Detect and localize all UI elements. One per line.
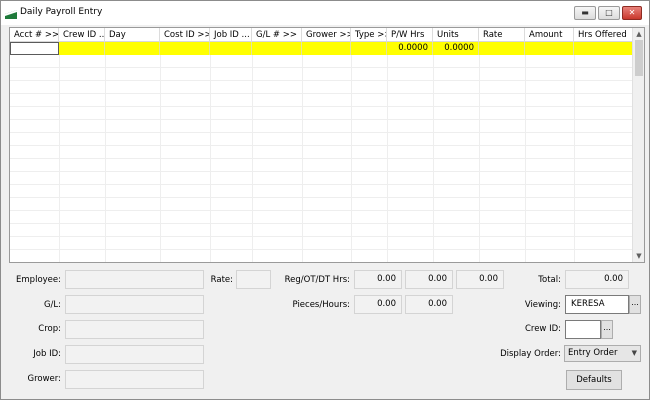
maximize-button[interactable]: □	[598, 6, 620, 20]
column-header-pw-hrs[interactable]: P/W Hrs	[387, 28, 433, 42]
table-row[interactable]: 0.0000 0.0000	[10, 42, 634, 55]
grower-field	[65, 370, 204, 389]
payroll-window: Daily Payroll Entry ▬ □ ✕ Acct # >> Crew…	[0, 0, 650, 400]
close-button[interactable]: ✕	[622, 6, 642, 20]
scroll-up-icon[interactable]: ▲	[633, 28, 644, 40]
employee-field	[65, 270, 204, 289]
display-order-label: Display Order:	[500, 349, 561, 359]
total-field: 0.00	[565, 270, 629, 289]
cell-grower[interactable]	[302, 42, 351, 55]
cell-cost-id[interactable]	[160, 42, 210, 55]
chevron-down-icon: ▼	[631, 349, 637, 357]
gl-field	[65, 295, 204, 314]
cell-job-id[interactable]	[210, 42, 252, 55]
ot-hrs-field: 0.00	[405, 270, 453, 289]
window-controls: ▬ □ ✕	[574, 6, 642, 20]
app-icon	[5, 7, 17, 19]
hours-field: 0.00	[405, 295, 453, 314]
display-order-select[interactable]: Entry Order ▼	[564, 345, 641, 362]
viewing-label: Viewing:	[524, 300, 561, 310]
column-header-rate[interactable]: Rate	[479, 28, 525, 42]
column-header-units[interactable]: Units	[433, 28, 479, 42]
rate-label: Rate:	[210, 275, 233, 285]
dt-hrs-field: 0.00	[456, 270, 504, 289]
minimize-icon: ▬	[581, 8, 589, 17]
cell-day[interactable]	[105, 42, 160, 55]
employee-label: Employee:	[16, 275, 61, 285]
column-header-acct[interactable]: Acct # >>	[10, 28, 59, 42]
reg-ot-dt-label: Reg/OT/DT Hrs:	[284, 275, 350, 285]
column-header-job-id[interactable]: Job ID ...	[210, 28, 252, 42]
maximize-icon: □	[605, 8, 613, 17]
grid-body	[10, 55, 634, 262]
grower-label: Grower:	[27, 374, 62, 384]
rate-field	[236, 270, 271, 289]
job-id-field	[65, 345, 204, 364]
crop-label: Crop:	[38, 324, 61, 334]
defaults-button[interactable]: Defaults	[566, 370, 622, 390]
crew-id-lookup-button[interactable]: ...	[601, 320, 613, 339]
scroll-thumb[interactable]	[635, 40, 643, 76]
cell-crew-id[interactable]	[59, 42, 105, 55]
total-label: Total:	[538, 275, 561, 285]
column-header-hrs-offered[interactable]: Hrs Offered	[574, 28, 634, 42]
reg-hrs-field: 0.00	[354, 270, 402, 289]
cell-amount[interactable]	[525, 42, 574, 55]
cell-rate[interactable]	[479, 42, 525, 55]
viewing-lookup-button[interactable]: ...	[629, 295, 641, 314]
window-title: Daily Payroll Entry	[20, 7, 103, 17]
column-header-amount[interactable]: Amount	[525, 28, 574, 42]
pieces-hours-label: Pieces/Hours:	[292, 300, 351, 310]
viewing-input[interactable]: KERESA	[565, 295, 629, 314]
grid-header: Acct # >> Crew ID ... Day Cost ID >> Job…	[10, 28, 634, 42]
minimize-button[interactable]: ▬	[574, 6, 596, 20]
column-header-gl[interactable]: G/L # >>	[252, 28, 302, 42]
column-header-grower[interactable]: Grower >>	[302, 28, 351, 42]
crew-id-label: Crew ID:	[524, 324, 561, 334]
cell-acct-input[interactable]	[10, 42, 59, 55]
cell-gl[interactable]	[252, 42, 302, 55]
column-header-cost-id[interactable]: Cost ID >>	[160, 28, 210, 42]
title-bar: Daily Payroll Entry ▬ □ ✕	[1, 1, 649, 25]
display-order-value: Entry Order	[568, 348, 618, 358]
cell-pw-hrs[interactable]: 0.0000	[387, 42, 433, 55]
cell-type[interactable]	[351, 42, 387, 55]
payroll-grid[interactable]: Acct # >> Crew ID ... Day Cost ID >> Job…	[9, 27, 645, 263]
scroll-down-icon[interactable]: ▼	[633, 250, 644, 262]
pieces-field: 0.00	[354, 295, 402, 314]
column-header-type[interactable]: Type >>	[351, 28, 387, 42]
column-header-day[interactable]: Day	[105, 28, 160, 42]
crop-field	[65, 320, 204, 339]
crew-id-input[interactable]	[565, 320, 601, 339]
job-id-label: Job ID:	[33, 349, 61, 359]
cell-units[interactable]: 0.0000	[433, 42, 479, 55]
gl-label: G/L:	[43, 300, 61, 310]
close-icon: ✕	[628, 8, 636, 17]
vertical-scrollbar[interactable]: ▲ ▼	[632, 28, 644, 262]
cell-hrs-offered[interactable]	[574, 42, 634, 55]
column-header-crew-id[interactable]: Crew ID ...	[59, 28, 105, 42]
